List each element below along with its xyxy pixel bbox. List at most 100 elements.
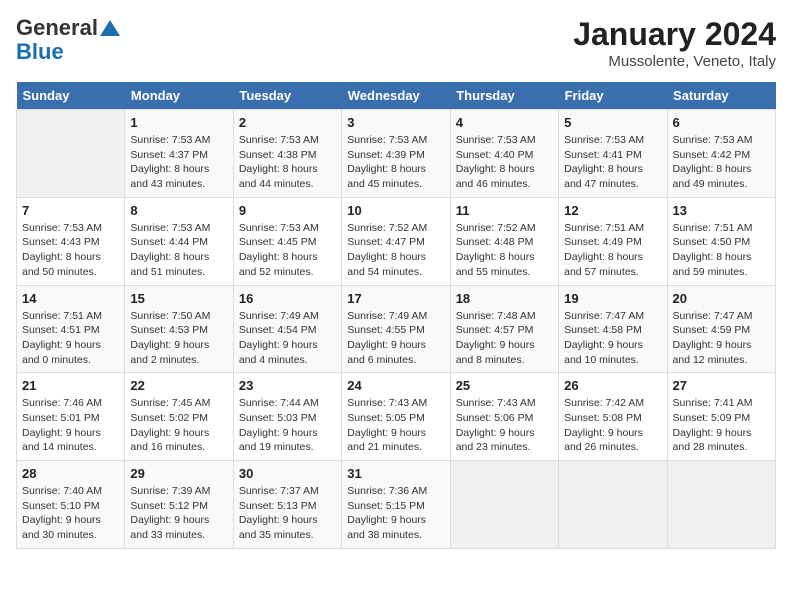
calendar-day-cell: 31 Sunrise: 7:36 AMSunset: 5:15 PMDayligh… xyxy=(342,461,450,549)
day-info: Sunrise: 7:53 AMSunset: 4:37 PMDaylight:… xyxy=(130,133,227,192)
day-info: Sunrise: 7:37 AMSunset: 5:13 PMDaylight:… xyxy=(239,484,336,543)
day-info: Sunrise: 7:51 AMSunset: 4:49 PMDaylight:… xyxy=(564,221,661,280)
calendar-day-cell: 6 Sunrise: 7:53 AMSunset: 4:42 PMDaylight… xyxy=(667,110,775,198)
calendar-day-cell: 20Sunrise: 7:47 AMSunset: 4:59 PMDayligh… xyxy=(667,285,775,373)
calendar-day-cell: 8 Sunrise: 7:53 AMSunset: 4:44 PMDaylight… xyxy=(125,197,233,285)
calendar-week-row: 21Sunrise: 7:46 AMSunset: 5:01 PMDayligh… xyxy=(17,373,776,461)
day-info: Sunrise: 7:53 AMSunset: 4:45 PMDaylight:… xyxy=(239,221,336,280)
calendar-day-cell: 5 Sunrise: 7:53 AMSunset: 4:41 PMDaylight… xyxy=(559,110,667,198)
calendar-title: January 2024 xyxy=(573,16,776,53)
day-number: 6 xyxy=(673,115,770,130)
day-number: 14 xyxy=(22,291,119,306)
calendar-body: 1 Sunrise: 7:53 AMSunset: 4:37 PMDaylight… xyxy=(17,110,776,549)
day-info: Sunrise: 7:36 AMSunset: 5:15 PMDaylight:… xyxy=(347,484,444,543)
day-number: 7 xyxy=(22,203,119,218)
day-info: Sunrise: 7:39 AMSunset: 5:12 PMDaylight:… xyxy=(130,484,227,543)
day-info: Sunrise: 7:52 AMSunset: 4:48 PMDaylight:… xyxy=(456,221,553,280)
calendar-day-cell: 4Sunrise: 7:53 AMSunset: 4:40 PMDaylight… xyxy=(450,110,558,198)
day-info: Sunrise: 7:43 AMSunset: 5:05 PMDaylight:… xyxy=(347,396,444,455)
logo-blue-text: Blue xyxy=(16,40,64,64)
day-number: 12 xyxy=(564,203,661,218)
day-number: 3 xyxy=(347,115,444,130)
day-number: 8 xyxy=(130,203,227,218)
calendar-week-row: 1 Sunrise: 7:53 AMSunset: 4:37 PMDaylight… xyxy=(17,110,776,198)
day-number: 16 xyxy=(239,291,336,306)
day-number: 5 xyxy=(564,115,661,130)
day-info: Sunrise: 7:45 AMSunset: 5:02 PMDaylight:… xyxy=(130,396,227,455)
day-number: 25 xyxy=(456,378,553,393)
day-info: Sunrise: 7:46 AMSunset: 5:01 PMDaylight:… xyxy=(22,396,119,455)
calendar-day-cell: 18 Sunrise: 7:48 AMSunset: 4:57 PMDayligh… xyxy=(450,285,558,373)
logo: General Blue xyxy=(16,16,120,64)
calendar-day-cell: 29 Sunrise: 7:39 AMSunset: 5:12 PMDayligh… xyxy=(125,461,233,549)
day-info: Sunrise: 7:47 AMSunset: 4:58 PMDaylight:… xyxy=(564,309,661,368)
day-number: 20 xyxy=(673,291,770,306)
day-number: 24 xyxy=(347,378,444,393)
day-number: 22 xyxy=(130,378,227,393)
calendar-week-row: 14 Sunrise: 7:51 AMSunset: 4:51 PMDayligh… xyxy=(17,285,776,373)
calendar-day-cell: 15 Sunrise: 7:50 AMSunset: 4:53 PMDayligh… xyxy=(125,285,233,373)
day-number: 4 xyxy=(456,115,553,130)
day-info: Sunrise: 7:53 AMSunset: 4:44 PMDaylight:… xyxy=(130,221,227,280)
day-number: 11 xyxy=(456,203,553,218)
header-row: SundayMondayTuesdayWednesdayThursdayFrid… xyxy=(17,82,776,110)
calendar-day-cell xyxy=(559,461,667,549)
day-of-week-header: Saturday xyxy=(667,82,775,110)
logo-general-text: General xyxy=(16,16,98,40)
calendar-day-cell: 9 Sunrise: 7:53 AMSunset: 4:45 PMDaylight… xyxy=(233,197,341,285)
day-number: 26 xyxy=(564,378,661,393)
day-number: 9 xyxy=(239,203,336,218)
day-number: 31 xyxy=(347,466,444,481)
day-info: Sunrise: 7:52 AMSunset: 4:47 PMDaylight:… xyxy=(347,221,444,280)
day-number: 17 xyxy=(347,291,444,306)
day-number: 15 xyxy=(130,291,227,306)
day-info: Sunrise: 7:42 AMSunset: 5:08 PMDaylight:… xyxy=(564,396,661,455)
day-info: Sunrise: 7:51 AMSunset: 4:51 PMDaylight:… xyxy=(22,309,119,368)
day-info: Sunrise: 7:53 AMSunset: 4:41 PMDaylight:… xyxy=(564,133,661,192)
header: General Blue January 2024 Mussolente, Ve… xyxy=(16,16,776,70)
calendar-day-cell: 1 Sunrise: 7:53 AMSunset: 4:37 PMDaylight… xyxy=(125,110,233,198)
day-of-week-header: Wednesday xyxy=(342,82,450,110)
day-number: 28 xyxy=(22,466,119,481)
calendar-day-cell xyxy=(667,461,775,549)
day-of-week-header: Friday xyxy=(559,82,667,110)
day-number: 23 xyxy=(239,378,336,393)
day-of-week-header: Sunday xyxy=(17,82,125,110)
day-info: Sunrise: 7:51 AMSunset: 4:50 PMDaylight:… xyxy=(673,221,770,280)
calendar-day-cell: 23 Sunrise: 7:44 AMSunset: 5:03 PMDayligh… xyxy=(233,373,341,461)
day-info: Sunrise: 7:50 AMSunset: 4:53 PMDaylight:… xyxy=(130,309,227,368)
day-number: 1 xyxy=(130,115,227,130)
day-of-week-header: Thursday xyxy=(450,82,558,110)
title-area: January 2024 Mussolente, Veneto, Italy xyxy=(573,16,776,70)
calendar-day-cell: 2Sunrise: 7:53 AMSunset: 4:38 PMDaylight… xyxy=(233,110,341,198)
day-info: Sunrise: 7:43 AMSunset: 5:06 PMDaylight:… xyxy=(456,396,553,455)
day-number: 18 xyxy=(456,291,553,306)
day-info: Sunrise: 7:53 AMSunset: 4:42 PMDaylight:… xyxy=(673,133,770,192)
day-info: Sunrise: 7:41 AMSunset: 5:09 PMDaylight:… xyxy=(673,396,770,455)
calendar-day-cell: 10 Sunrise: 7:52 AMSunset: 4:47 PMDayligh… xyxy=(342,197,450,285)
calendar-day-cell: 19Sunrise: 7:47 AMSunset: 4:58 PMDayligh… xyxy=(559,285,667,373)
day-info: Sunrise: 7:48 AMSunset: 4:57 PMDaylight:… xyxy=(456,309,553,368)
logo-triangle-icon xyxy=(100,20,120,36)
calendar-day-cell: 13Sunrise: 7:51 AMSunset: 4:50 PMDayligh… xyxy=(667,197,775,285)
calendar-subtitle: Mussolente, Veneto, Italy xyxy=(573,53,776,70)
day-info: Sunrise: 7:49 AMSunset: 4:55 PMDaylight:… xyxy=(347,309,444,368)
day-number: 30 xyxy=(239,466,336,481)
calendar-day-cell: 11 Sunrise: 7:52 AMSunset: 4:48 PMDayligh… xyxy=(450,197,558,285)
calendar-day-cell xyxy=(17,110,125,198)
day-info: Sunrise: 7:53 AMSunset: 4:43 PMDaylight:… xyxy=(22,221,119,280)
calendar-day-cell: 25 Sunrise: 7:43 AMSunset: 5:06 PMDayligh… xyxy=(450,373,558,461)
day-info: Sunrise: 7:44 AMSunset: 5:03 PMDaylight:… xyxy=(239,396,336,455)
day-number: 27 xyxy=(673,378,770,393)
day-of-week-header: Tuesday xyxy=(233,82,341,110)
day-number: 29 xyxy=(130,466,227,481)
calendar-day-cell: 16Sunrise: 7:49 AMSunset: 4:54 PMDayligh… xyxy=(233,285,341,373)
calendar-table: SundayMondayTuesdayWednesdayThursdayFrid… xyxy=(16,82,776,549)
day-info: Sunrise: 7:53 AMSunset: 4:39 PMDaylight:… xyxy=(347,133,444,192)
day-of-week-header: Monday xyxy=(125,82,233,110)
calendar-day-cell xyxy=(450,461,558,549)
calendar-week-row: 28 Sunrise: 7:40 AMSunset: 5:10 PMDayligh… xyxy=(17,461,776,549)
calendar-header: SundayMondayTuesdayWednesdayThursdayFrid… xyxy=(17,82,776,110)
day-info: Sunrise: 7:40 AMSunset: 5:10 PMDaylight:… xyxy=(22,484,119,543)
day-number: 10 xyxy=(347,203,444,218)
